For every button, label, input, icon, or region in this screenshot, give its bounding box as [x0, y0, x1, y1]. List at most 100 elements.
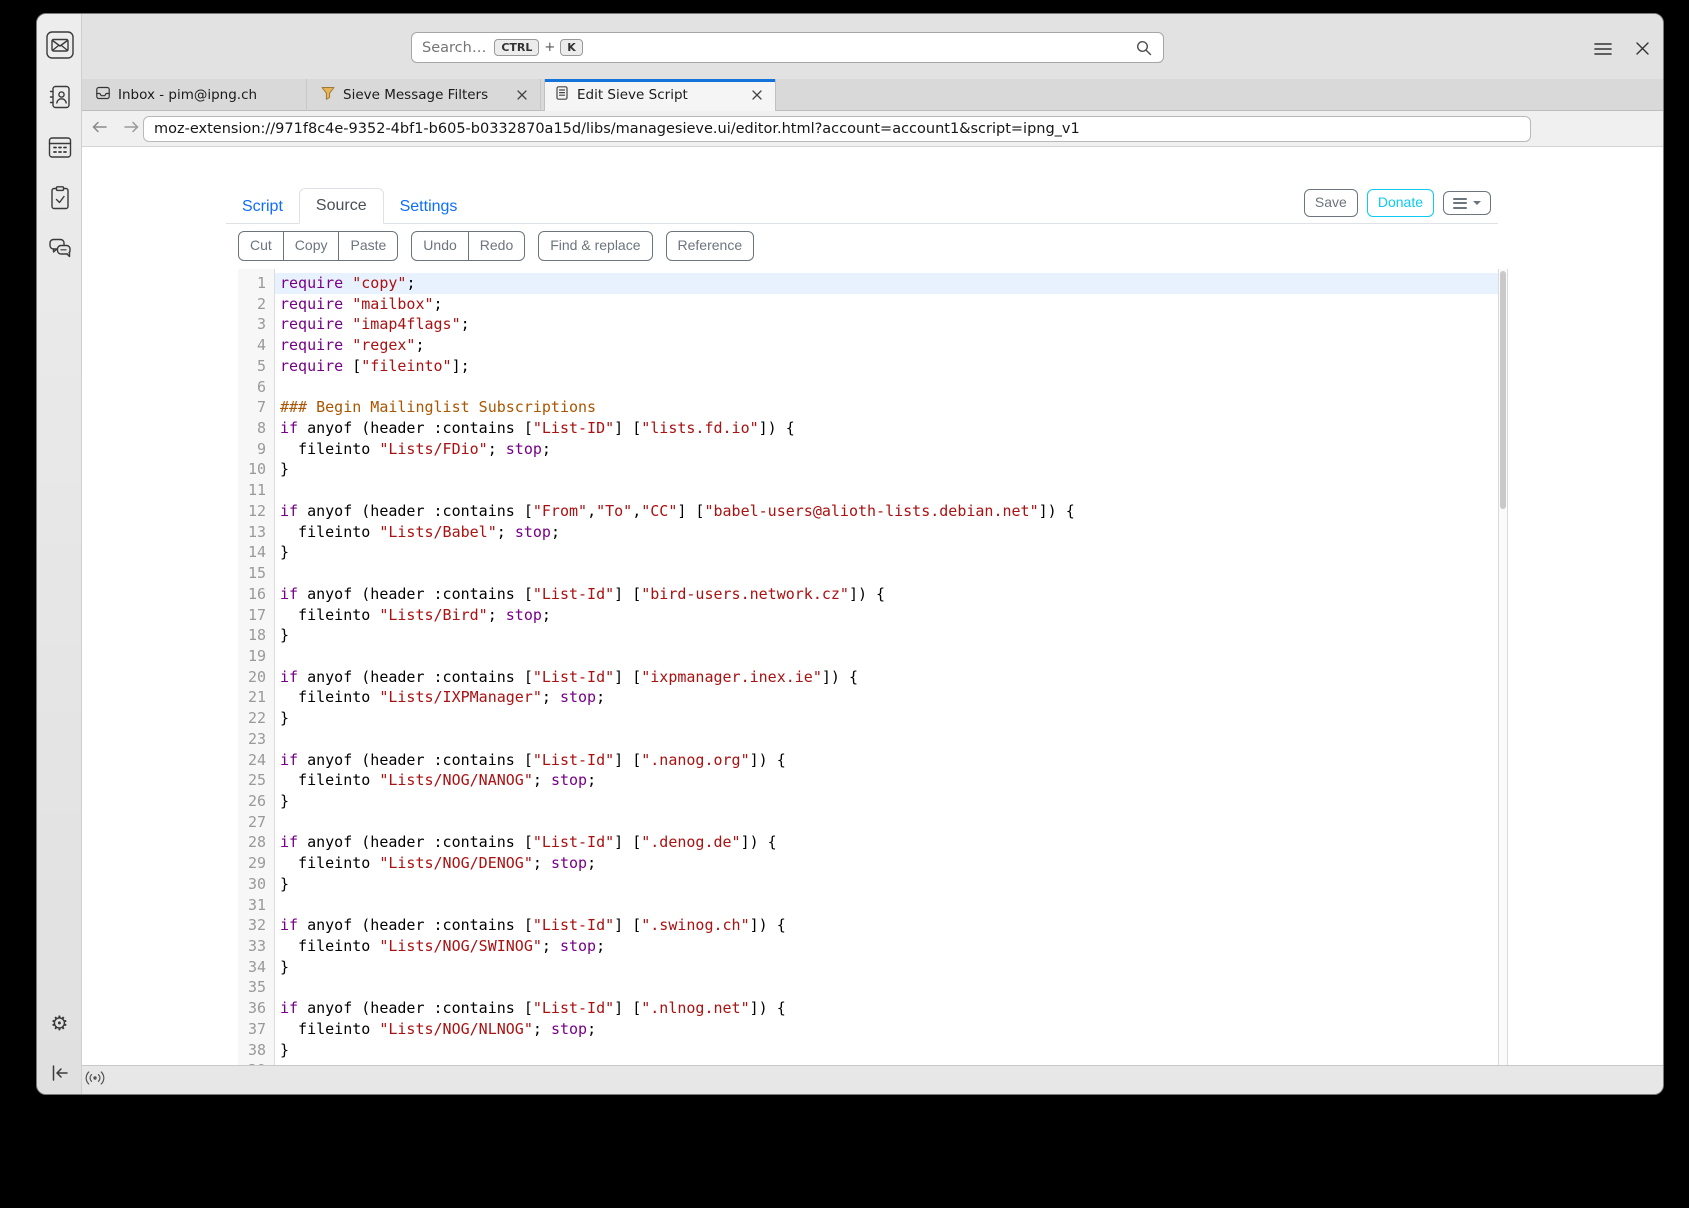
sidebar-item-tasks[interactable]	[37, 182, 82, 214]
code-text: fileinto "Lists/NOG/SWINOG"; stop;	[275, 936, 1498, 957]
window-close-button[interactable]	[1630, 38, 1654, 62]
chat-icon	[46, 234, 74, 262]
copy-button[interactable]: Copy	[283, 231, 340, 261]
code-text: }	[275, 1040, 1498, 1061]
sidebar-item-settings[interactable]: ⚙	[37, 1007, 82, 1039]
code-line[interactable]: 6	[238, 377, 1498, 398]
code-line[interactable]: 13 fileinto "Lists/Babel"; stop;	[238, 522, 1498, 543]
code-line[interactable]: 32if anyof (header :contains ["List-Id"]…	[238, 915, 1498, 936]
tab-inbox[interactable]: Inbox - pim@ipng.ch	[86, 79, 307, 111]
save-button[interactable]: Save	[1304, 189, 1358, 217]
donate-button[interactable]: Donate	[1367, 189, 1434, 217]
code-line[interactable]: 3require "imap4flags";	[238, 314, 1498, 335]
line-number: 9	[238, 439, 275, 460]
code-line[interactable]: 27	[238, 812, 1498, 833]
code-line[interactable]: 33 fileinto "Lists/NOG/SWINOG"; stop;	[238, 936, 1498, 957]
app-menu-button[interactable]	[1591, 38, 1615, 62]
reference-button[interactable]: Reference	[666, 231, 755, 261]
collapse-spaces-button[interactable]	[37, 1057, 82, 1089]
tab-settings[interactable]: Settings	[384, 190, 474, 224]
tab-sieve-filters[interactable]: Sieve Message Filters	[311, 79, 541, 111]
code-line[interactable]: 35	[238, 977, 1498, 998]
code-line[interactable]: 11	[238, 480, 1498, 501]
code-text: fileinto "Lists/Babel"; stop;	[275, 522, 1498, 543]
code-line[interactable]: 8if anyof (header :contains ["List-ID"] …	[238, 418, 1498, 439]
line-number: 11	[238, 480, 275, 501]
code-line[interactable]: 31	[238, 895, 1498, 916]
code-line[interactable]: 14}	[238, 542, 1498, 563]
line-number: 1	[238, 273, 275, 294]
code-text: require "imap4flags";	[275, 314, 1498, 335]
line-number: 35	[238, 977, 275, 998]
tab-script[interactable]: Script	[226, 190, 299, 224]
magnifier-icon	[1135, 39, 1153, 61]
tab-close-icon[interactable]	[748, 86, 766, 104]
code-line[interactable]: 38}	[238, 1040, 1498, 1061]
code-line[interactable]: 1require "copy";	[238, 273, 1498, 294]
line-number: 31	[238, 895, 275, 916]
code-line[interactable]: 7### Begin Mailinglist Subscriptions	[238, 397, 1498, 418]
editor-scrollbar[interactable]	[1498, 269, 1508, 1067]
sidebar-item-mail[interactable]	[37, 29, 82, 61]
code-line[interactable]: 21 fileinto "Lists/IXPManager"; stop;	[238, 687, 1498, 708]
paste-button[interactable]: Paste	[338, 231, 398, 261]
line-number: 27	[238, 812, 275, 833]
filter-funnel-icon	[320, 85, 336, 105]
sidebar-item-address-book[interactable]	[37, 81, 82, 113]
undo-button[interactable]: Undo	[411, 231, 468, 261]
line-number: 10	[238, 459, 275, 480]
code-text: require ["fileinto"];	[275, 356, 1498, 377]
code-line[interactable]: 22}	[238, 708, 1498, 729]
tab-edit-sieve-script[interactable]: Edit Sieve Script	[544, 79, 776, 111]
back-button[interactable]	[88, 119, 110, 139]
hamburger-menu-icon	[1594, 41, 1612, 60]
code-text: }	[275, 542, 1498, 563]
tab-close-icon[interactable]	[513, 86, 531, 104]
code-line[interactable]: 20if anyof (header :contains ["List-Id"]…	[238, 667, 1498, 688]
code-line[interactable]: 18}	[238, 625, 1498, 646]
code-line[interactable]: 19	[238, 646, 1498, 667]
search-input[interactable]: Search… CTRL + K	[411, 32, 1164, 63]
code-line[interactable]: 17 fileinto "Lists/Bird"; stop;	[238, 605, 1498, 626]
code-line[interactable]: 36if anyof (header :contains ["List-Id"]…	[238, 998, 1498, 1019]
code-line[interactable]: 4require "regex";	[238, 335, 1498, 356]
code-text	[275, 812, 1498, 833]
sidebar-item-chat[interactable]	[37, 232, 82, 264]
code-line[interactable]: 30}	[238, 874, 1498, 895]
editor-menu-button[interactable]	[1443, 191, 1491, 215]
code-text: fileinto "Lists/NOG/NLNOG"; stop;	[275, 1019, 1498, 1040]
line-number: 23	[238, 729, 275, 750]
tab-strip: Inbox - pim@ipng.ch Sieve Message Filter…	[82, 79, 1664, 111]
scrollbar-thumb[interactable]	[1500, 271, 1506, 509]
line-number: 21	[238, 687, 275, 708]
code-line[interactable]: 25 fileinto "Lists/NOG/NANOG"; stop;	[238, 770, 1498, 791]
tab-source[interactable]: Source	[299, 188, 384, 224]
find-replace-button[interactable]: Find & replace	[538, 231, 652, 261]
code-line[interactable]: 10}	[238, 459, 1498, 480]
cut-button[interactable]: Cut	[238, 231, 284, 261]
url-field[interactable]: moz-extension://971f8c4e-9352-4bf1-b605-…	[143, 116, 1531, 142]
code-line[interactable]: 15	[238, 563, 1498, 584]
line-number: 20	[238, 667, 275, 688]
code-line[interactable]: 23	[238, 729, 1498, 750]
tasks-icon	[46, 184, 74, 212]
window-close-icon	[1635, 41, 1650, 60]
code-line[interactable]: 2require "mailbox";	[238, 294, 1498, 315]
code-line[interactable]: 37 fileinto "Lists/NOG/NLNOG"; stop;	[238, 1019, 1498, 1040]
sidebar-item-calendar[interactable]	[37, 131, 82, 163]
code-line[interactable]: 12if anyof (header :contains ["From","To…	[238, 501, 1498, 522]
code-line[interactable]: 16if anyof (header :contains ["List-Id"]…	[238, 584, 1498, 605]
redo-button[interactable]: Redo	[468, 231, 525, 261]
code-line[interactable]: 34}	[238, 957, 1498, 978]
code-line[interactable]: 26}	[238, 791, 1498, 812]
code-line[interactable]: 28if anyof (header :contains ["List-Id"]…	[238, 832, 1498, 853]
code-editor[interactable]: 1require "copy";2require "mailbox";3requ…	[238, 269, 1498, 1067]
forward-button[interactable]	[121, 119, 143, 139]
code-line[interactable]: 29 fileinto "Lists/NOG/DENOG"; stop;	[238, 853, 1498, 874]
code-line[interactable]: 24if anyof (header :contains ["List-Id"]…	[238, 750, 1498, 771]
url-bar: moz-extension://971f8c4e-9352-4bf1-b605-…	[82, 111, 1664, 147]
code-line[interactable]: 9 fileinto "Lists/FDio"; stop;	[238, 439, 1498, 460]
line-number: 28	[238, 832, 275, 853]
calendar-icon	[46, 133, 74, 161]
code-line[interactable]: 5require ["fileinto"];	[238, 356, 1498, 377]
